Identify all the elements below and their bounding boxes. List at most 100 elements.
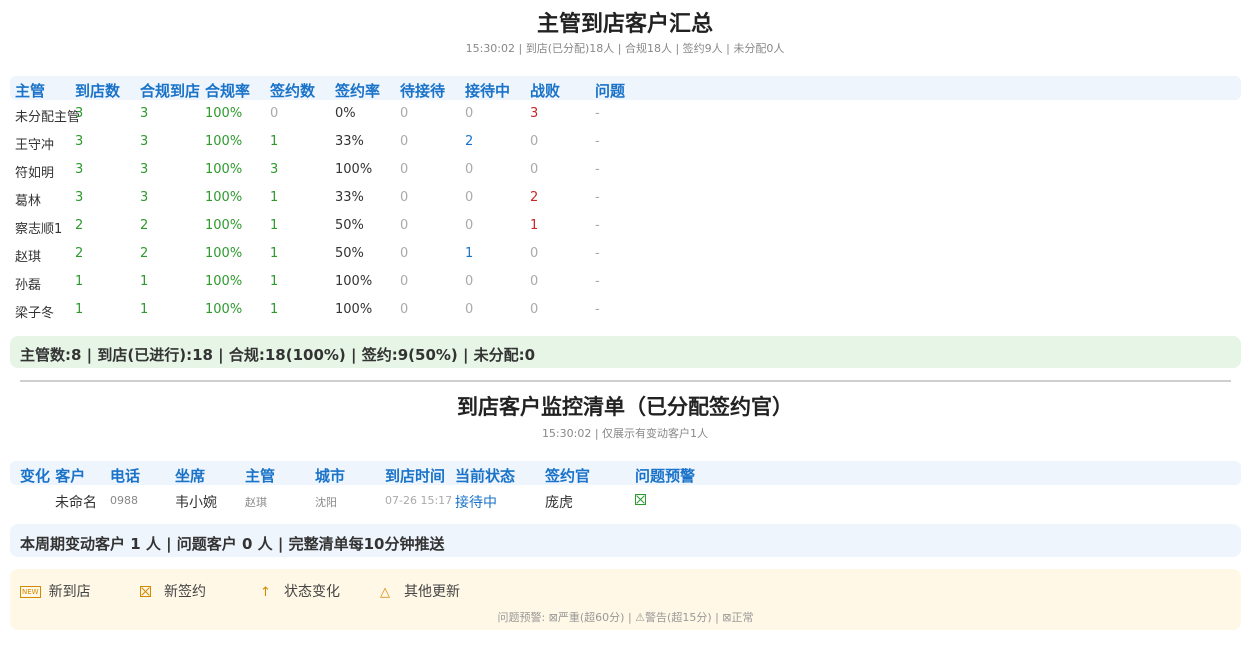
supervisor-name: 孙磊 [15, 278, 42, 293]
table-row[interactable]: 察志顺1 2 2 100% 1 50% 0 0 1 - [10, 212, 1241, 240]
waiting-count: 0 [400, 218, 409, 233]
table-row[interactable]: 葛林 3 3 100% 1 33% 0 0 2 - [10, 184, 1241, 212]
table-row[interactable]: 赵琪 2 2 100% 1 50% 0 1 0 - [10, 240, 1241, 268]
waiting-count: 0 [400, 302, 409, 317]
col-header[interactable]: 接待中 [465, 80, 510, 101]
supervisor-name: 梁子冬 [15, 306, 55, 321]
monitor-footer: 本周期变动客户 1 人 | 问题客户 0 人 | 完整清单每10分钟推送 [10, 524, 1241, 557]
table-row[interactable]: 梁子冬 1 1 100% 1 100% 0 0 0 - [10, 296, 1241, 324]
sign-rate: 100% [335, 274, 373, 289]
summary-title: 主管到店客户汇总 [536, 12, 713, 37]
supervisor-name: 符如明 [15, 166, 55, 181]
arrival-count: 3 [75, 134, 84, 149]
lost-count: 1 [530, 218, 539, 233]
legend-panel: NEW 新到店 新签约 ↑ 状态变化 △ 其他更新 问题预警: ⊠严重(超60分) |… [10, 569, 1241, 630]
col-header[interactable]: 电话 [110, 465, 140, 486]
col-header[interactable]: 问题预警 [635, 465, 695, 486]
issue-cell: - [595, 106, 600, 121]
arrival-count: 3 [75, 162, 84, 177]
supervisor-name: 察志顺1 [15, 222, 63, 237]
issue-cell: - [595, 134, 600, 149]
col-header[interactable]: 主管 [245, 465, 275, 486]
sign-rate: 33% [335, 134, 364, 149]
sign-rate: 0% [335, 106, 356, 121]
arrival-count: 3 [75, 190, 84, 205]
sign-rate: 50% [335, 246, 364, 261]
issue-cell: - [595, 302, 600, 317]
summary-subtitle: 15:30:02 | 到店(已分配)18人 | 合规18人 | 签约9人 | 未… [465, 42, 785, 55]
col-header[interactable]: 待接待 [400, 80, 445, 101]
waiting-count: 0 [400, 190, 409, 205]
col-header[interactable]: 到店数 [75, 80, 120, 101]
city-cell: 沈阳 [315, 496, 337, 509]
sign-rate: 50% [335, 218, 364, 233]
issue-cell: - [595, 218, 600, 233]
signed-count: 1 [270, 246, 279, 261]
arrival-count: 2 [75, 218, 84, 233]
compliance-rate: 100% [205, 302, 243, 317]
table-row[interactable]: 未命名 0988 韦小婉 赵琪 沈阳 07-26 15:17 接待中 庞虎 [10, 485, 1241, 515]
compliance-rate: 100% [205, 218, 243, 233]
phone-cell: 0988 [110, 494, 138, 507]
col-header[interactable]: 签约率 [335, 80, 380, 101]
legend-item-other-update: △ 其他更新 [380, 584, 460, 600]
waiting-count: 0 [400, 246, 409, 261]
table-row[interactable]: 孙磊 1 1 100% 1 100% 0 0 0 - [10, 268, 1241, 296]
col-header[interactable]: 签约数 [270, 80, 315, 101]
supervisor-name: 葛林 [15, 194, 42, 209]
lost-count: 0 [530, 274, 539, 289]
receiving-count: 0 [465, 302, 474, 317]
summary-body: 未分配主管 3 3 100% 0 0% 0 0 3- 王守冲 3 3 100% 1 33% 0 2 0- 符如明 3 3… [10, 100, 1241, 324]
compliance-rate: 100% [205, 274, 243, 289]
sign-rate: 100% [335, 162, 373, 177]
col-header[interactable]: 合规率 [205, 80, 250, 101]
receiving-count: 2 [465, 134, 474, 149]
summary-footer: 主管数:8 | 到店(已进行):18 | 合规:18(100%) | 签约:9(… [10, 336, 1241, 368]
table-row[interactable]: 符如明 3 3 100% 3 100% 0 0 0 - [10, 156, 1241, 184]
lost-count: 0 [530, 134, 539, 149]
issue-cell: - [595, 274, 600, 289]
compliant-count: 3 [140, 134, 149, 149]
arrival-time-cell: 07-26 15:17 [385, 494, 453, 507]
compliance-rate: 100% [205, 162, 243, 177]
signed-count: 1 [270, 218, 279, 233]
col-header[interactable]: 签约官 [545, 465, 590, 486]
arrival-count: 1 [75, 274, 84, 289]
compliant-count: 1 [140, 302, 149, 317]
table-row[interactable]: 王守冲 3 3 100% 1 33% 0 2 0 - [10, 128, 1241, 156]
new-icon: NEW [20, 586, 41, 598]
summary-header-row: 主管 到店数 合规到店 合规率 签约数 签约率 待接待 接待中 战败 问题 [10, 76, 1241, 100]
lost-count: 0 [530, 162, 539, 177]
signed-count: 0 [270, 106, 279, 121]
lost-count: 0 [530, 246, 539, 261]
col-header[interactable]: 变化 客户 [20, 465, 85, 486]
signed-count: 3 [270, 162, 279, 177]
customer-name[interactable]: 未命名 [55, 492, 97, 512]
lost-count: 3 [530, 106, 539, 121]
issue-cell: - [595, 162, 600, 177]
sign-rate: 33% [335, 190, 364, 205]
col-header[interactable]: 坐席 [175, 465, 205, 486]
status-cell[interactable]: 接待中 [455, 492, 497, 512]
col-header[interactable]: 当前状态 [455, 465, 515, 486]
signed-count: 1 [270, 274, 279, 289]
compliant-count: 3 [140, 190, 149, 205]
col-header[interactable]: 主管 [15, 80, 45, 101]
col-header[interactable]: 合规到店 [140, 80, 200, 101]
table-row[interactable]: 未分配主管 3 3 100% 0 0% 0 0 3- [10, 100, 1241, 128]
legend-item-new-arrival: NEW 新到店 [20, 584, 91, 600]
col-header[interactable]: 问题 [595, 80, 625, 101]
waiting-count: 0 [400, 274, 409, 289]
lost-count: 2 [530, 190, 539, 205]
receiving-count: 0 [465, 162, 474, 177]
up-arrow-icon: ↑ [260, 585, 271, 600]
compliant-count: 1 [140, 274, 149, 289]
section-divider [20, 380, 1231, 382]
supervisor-name: 赵琪 [15, 250, 42, 265]
col-header[interactable]: 到店时间 [385, 465, 445, 486]
col-header[interactable]: 城市 [315, 465, 345, 486]
agent-cell: 韦小婉 [175, 495, 217, 511]
col-header[interactable]: 战败 [530, 80, 560, 101]
waiting-count: 0 [400, 106, 409, 121]
compliant-count: 2 [140, 218, 149, 233]
